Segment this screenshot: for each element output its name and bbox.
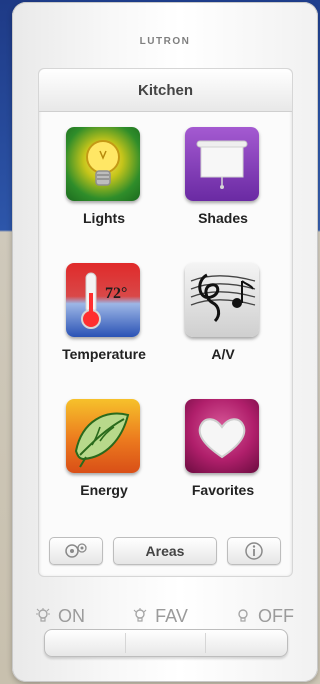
rocker-divider bbox=[205, 633, 206, 653]
tile-av-label: A/V bbox=[211, 346, 235, 362]
area-title: Kitchen bbox=[39, 69, 292, 112]
rocker-divider bbox=[125, 633, 126, 653]
info-button[interactable] bbox=[227, 537, 281, 565]
areas-button-label: Areas bbox=[145, 543, 185, 559]
settings-button[interactable] bbox=[49, 537, 103, 565]
tile-favorites[interactable]: Favorites bbox=[168, 399, 278, 519]
lightbulb-svg bbox=[86, 140, 120, 186]
tile-av[interactable]: A/V bbox=[168, 263, 278, 383]
heart-svg bbox=[198, 418, 246, 459]
key-fav-label: FAV bbox=[155, 605, 188, 626]
info-icon bbox=[245, 542, 263, 560]
thermometer-icon: 72° bbox=[66, 263, 140, 337]
lightbulb-icon bbox=[66, 127, 140, 201]
leaf-svg bbox=[74, 412, 130, 468]
shades-svg bbox=[196, 140, 248, 189]
key-off-label: OFF bbox=[258, 605, 294, 626]
tile-energy-label: Energy bbox=[80, 482, 128, 498]
tile-lights[interactable]: Lights bbox=[49, 127, 159, 247]
bulb-off-icon bbox=[238, 609, 248, 622]
temperature-readout: 72° bbox=[105, 285, 128, 302]
tile-shades[interactable]: Shades bbox=[168, 127, 278, 247]
key-off[interactable]: OFF bbox=[234, 606, 294, 627]
keypad-rocker[interactable] bbox=[44, 629, 288, 657]
tile-lights-label: Lights bbox=[83, 210, 125, 226]
settings-cluster-icon bbox=[65, 543, 87, 558]
brand-logo: LUTRON bbox=[139, 36, 191, 47]
shades-icon bbox=[185, 127, 259, 201]
key-on-label: ON bbox=[58, 605, 85, 626]
bulb-on-icon bbox=[36, 608, 50, 622]
key-on[interactable]: ON bbox=[34, 606, 85, 627]
tile-temperature[interactable]: 72° Temperature bbox=[49, 263, 159, 383]
lutron-remote: LUTRON Kitchen Lights Shades 72° Tempera… bbox=[12, 2, 318, 682]
leaf-icon bbox=[66, 399, 140, 473]
tile-shades-label: Shades bbox=[198, 210, 248, 226]
remote-screen: Kitchen Lights Shades 72° Temperature A/… bbox=[38, 68, 293, 577]
heart-icon bbox=[185, 399, 259, 473]
tile-favorites-label: Favorites bbox=[191, 482, 255, 498]
bulb-favorite-icon bbox=[133, 608, 147, 622]
key-fav[interactable]: FAV bbox=[131, 606, 188, 627]
tile-temperature-label: Temperature bbox=[62, 346, 146, 362]
music-svg bbox=[190, 273, 256, 323]
tile-energy[interactable]: Energy bbox=[49, 399, 159, 519]
music-notes-icon bbox=[185, 263, 259, 337]
thermometer-svg bbox=[81, 272, 101, 329]
areas-button[interactable]: Areas bbox=[113, 537, 217, 565]
